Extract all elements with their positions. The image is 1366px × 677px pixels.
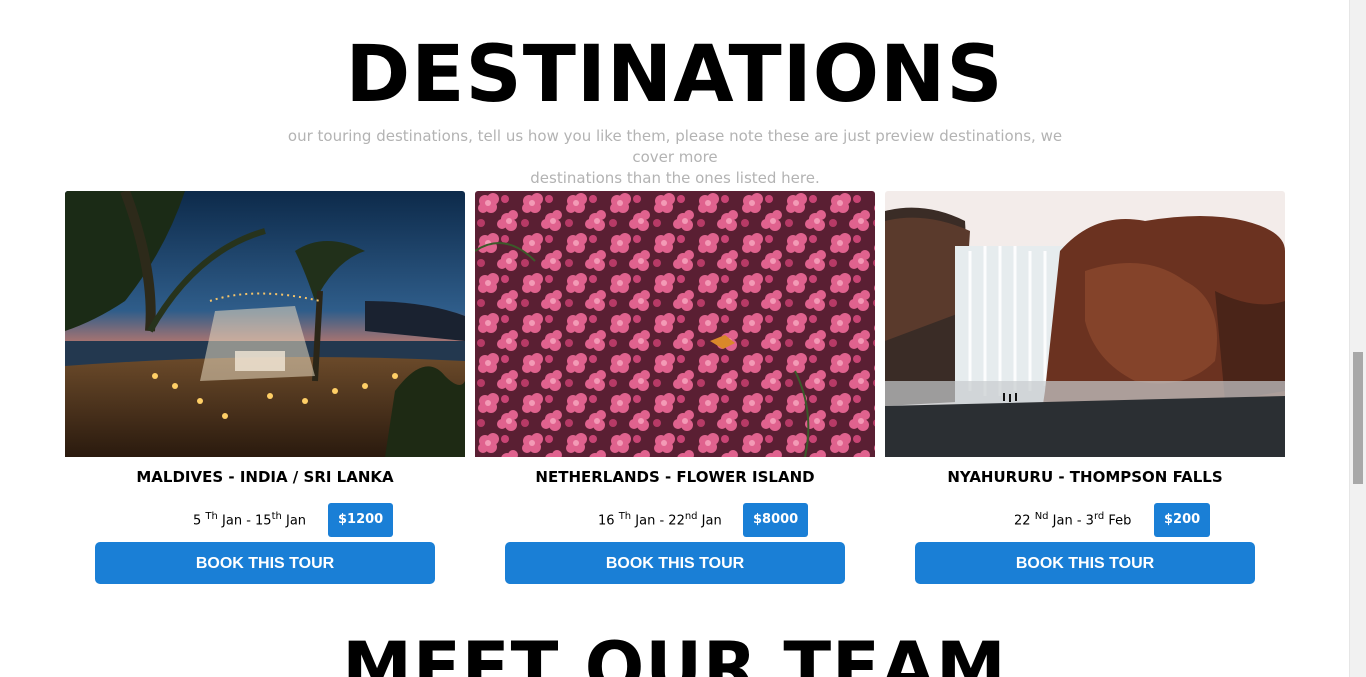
price-badge: $200: [1154, 503, 1211, 537]
waterfall-image: [885, 191, 1285, 457]
page: DESTINATIONS our touring destinations, t…: [0, 0, 1349, 677]
tour-dates: 5 Th Jan - 15th Jan: [193, 511, 307, 529]
tour-card-nyahururu: NYAHURURU - THOMPSON FALLS 22 Nd Jan - 3…: [885, 191, 1285, 591]
tour-dates: 16 Th Jan - 22nd Jan: [598, 511, 722, 529]
section-title: DESTINATIONS: [345, 30, 1004, 120]
scrollbar-thumb[interactable]: [1353, 352, 1363, 484]
tour-card-netherlands: NETHERLANDS - FLOWER ISLAND 16 Th Jan - …: [475, 191, 875, 591]
tour-name: NYAHURURU - THOMPSON FALLS: [947, 468, 1223, 486]
pink-flowers-image: [475, 191, 875, 457]
price-badge: $1200: [328, 503, 394, 537]
tour-photo-nyahururu[interactable]: [885, 191, 1285, 457]
tour-card-maldives: MALDIVES - INDIA / SRI LANKA 5 Th Jan - …: [65, 191, 465, 591]
section-subtitle: our touring destinations, tell us how yo…: [265, 126, 1085, 189]
tour-photo-maldives[interactable]: [65, 191, 465, 457]
tour-photo-netherlands[interactable]: [475, 191, 875, 457]
subtitle-line-1: our touring destinations, tell us how yo…: [287, 127, 1063, 166]
subtitle-line-2: destinations than the ones listed here.: [530, 169, 820, 187]
tour-name: NETHERLANDS - FLOWER ISLAND: [535, 468, 815, 486]
team-section-title: MEET OUR TEAM: [342, 627, 1007, 677]
tour-dates: 22 Nd Jan - 3rd Feb: [1014, 511, 1132, 529]
book-tour-button[interactable]: BOOK THIS TOUR: [95, 542, 435, 584]
vertical-scrollbar[interactable]: [1349, 0, 1366, 677]
beach-dinner-image: [65, 191, 465, 457]
price-badge: $8000: [743, 503, 809, 537]
book-tour-button[interactable]: BOOK THIS TOUR: [915, 542, 1255, 584]
tour-name: MALDIVES - INDIA / SRI LANKA: [136, 468, 394, 486]
book-tour-button[interactable]: BOOK THIS TOUR: [505, 542, 845, 584]
